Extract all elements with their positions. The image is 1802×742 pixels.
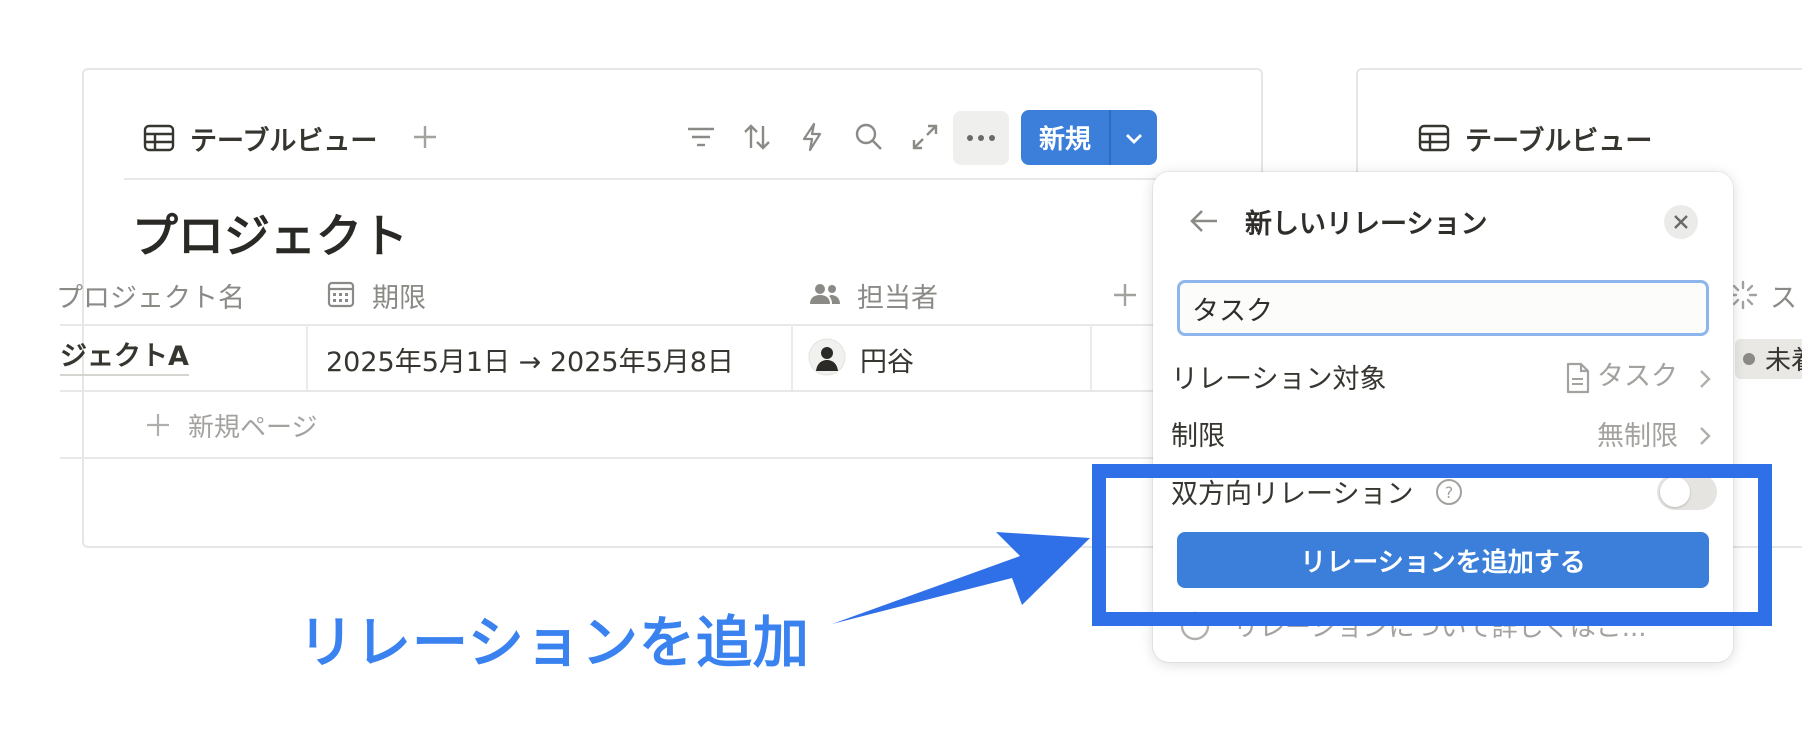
more-options-button[interactable] bbox=[953, 111, 1009, 165]
column-header-status[interactable]: ス bbox=[1770, 276, 1797, 315]
status-dot bbox=[1743, 353, 1755, 365]
relation-search-input[interactable] bbox=[1177, 280, 1709, 336]
page-icon bbox=[1566, 362, 1590, 394]
back-arrow-icon[interactable] bbox=[1189, 208, 1219, 234]
new-button[interactable]: 新規 bbox=[1021, 110, 1157, 165]
avatar bbox=[808, 338, 846, 376]
filter-icon[interactable] bbox=[681, 117, 721, 157]
view-tab-label-right[interactable]: テーブルビュー bbox=[1465, 119, 1652, 158]
row-deadline[interactable]: 2025年5月1日 → 2025年5月8日 bbox=[326, 340, 734, 379]
new-button-label[interactable]: 新規 bbox=[1021, 110, 1109, 165]
relation-target-label: リレーション対象 bbox=[1171, 364, 1387, 395]
popover-title: 新しいリレーション bbox=[1245, 209, 1488, 240]
close-icon bbox=[1674, 215, 1688, 229]
cell-divider bbox=[306, 324, 308, 390]
chevron-right-icon bbox=[1700, 427, 1711, 445]
cell-divider bbox=[1090, 324, 1092, 390]
close-button[interactable] bbox=[1664, 205, 1698, 239]
status-badge-label: 未着 bbox=[1765, 346, 1802, 376]
row-project-name[interactable]: ジェクトA bbox=[60, 340, 189, 376]
table-icon bbox=[143, 124, 175, 152]
row-assignee[interactable]: 円谷 bbox=[860, 340, 914, 379]
automation-icon[interactable] bbox=[792, 117, 832, 157]
calendar-icon bbox=[327, 281, 355, 308]
new-page-button[interactable]: 新規ページ bbox=[188, 407, 317, 444]
row-divider bbox=[60, 390, 1180, 392]
search-icon[interactable] bbox=[849, 117, 889, 157]
column-header-assignee[interactable]: 担当者 bbox=[857, 276, 938, 315]
plus-icon bbox=[147, 414, 169, 436]
add-view-icon[interactable] bbox=[412, 124, 438, 150]
highlight-box bbox=[1092, 464, 1772, 626]
chevron-down-icon bbox=[1126, 133, 1142, 144]
new-dropdown-button[interactable] bbox=[1111, 110, 1157, 165]
chevron-right-icon bbox=[1700, 370, 1711, 388]
limit-label: 制限 bbox=[1171, 421, 1225, 452]
expand-icon[interactable] bbox=[905, 117, 945, 157]
column-header-name[interactable]: プロジェクト名 bbox=[56, 276, 245, 315]
toolbar-divider bbox=[124, 178, 1244, 180]
database-title[interactable]: プロジェクト bbox=[132, 200, 408, 266]
cell-divider bbox=[791, 324, 793, 390]
footer-divider bbox=[60, 457, 1180, 459]
sort-icon[interactable] bbox=[737, 117, 777, 157]
callout-text: リレーションを追加 bbox=[298, 611, 810, 676]
limit-value[interactable]: 無制限 bbox=[1597, 414, 1678, 453]
view-tab-label[interactable]: テーブルビュー bbox=[190, 119, 377, 158]
table-icon bbox=[1418, 124, 1450, 152]
column-header-deadline[interactable]: 期限 bbox=[372, 276, 426, 315]
people-icon bbox=[810, 284, 840, 304]
relation-target-value[interactable]: タスク bbox=[1597, 354, 1678, 393]
add-property-icon[interactable] bbox=[1112, 282, 1138, 308]
ellipsis-icon bbox=[967, 135, 995, 141]
header-divider bbox=[60, 324, 1180, 326]
